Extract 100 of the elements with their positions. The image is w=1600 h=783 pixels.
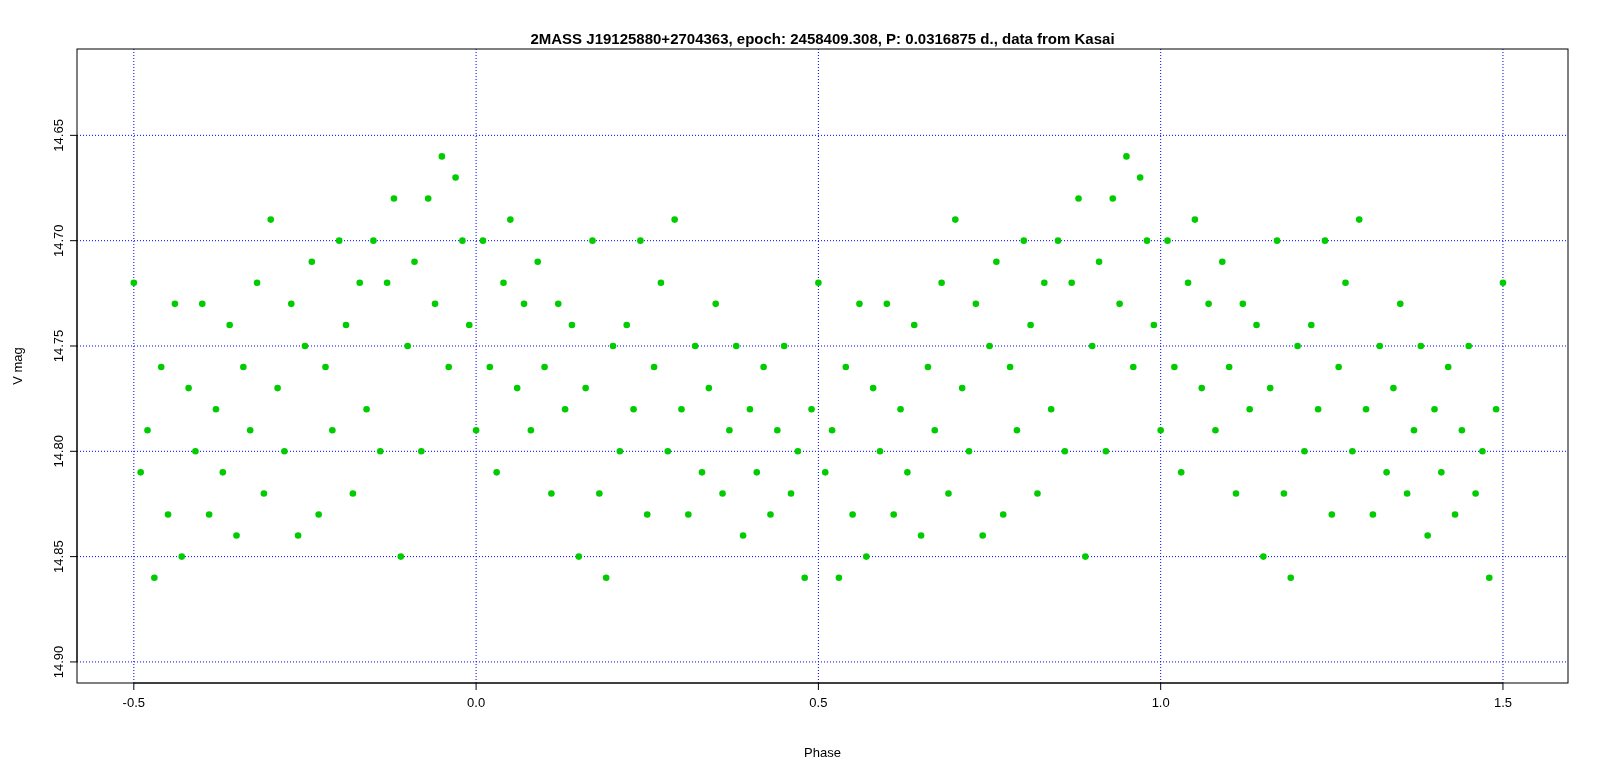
data-point — [479, 237, 487, 244]
data-point — [1047, 405, 1055, 413]
data-point — [253, 279, 261, 287]
data-point — [260, 490, 268, 497]
data-point — [780, 342, 788, 350]
data-point — [356, 279, 364, 287]
data-point — [1157, 426, 1164, 434]
data-point — [815, 279, 822, 287]
data-point — [1020, 237, 1028, 244]
data-point — [842, 363, 850, 371]
data-point — [1431, 405, 1438, 413]
data-point — [240, 363, 247, 371]
data-point — [212, 405, 220, 413]
data-point — [904, 469, 911, 476]
data-point — [199, 300, 206, 308]
data-point — [1123, 153, 1130, 160]
data-point — [513, 384, 521, 392]
data-point — [144, 426, 151, 434]
data-point — [486, 363, 494, 371]
data-point — [1164, 237, 1171, 244]
data-point — [438, 153, 446, 160]
data-point — [712, 300, 719, 308]
data-point — [1088, 342, 1096, 350]
data-point — [774, 426, 781, 434]
data-point — [171, 300, 179, 308]
data-point — [726, 426, 733, 434]
data-point — [1102, 448, 1110, 455]
data-point — [986, 342, 993, 350]
data-point — [329, 426, 336, 434]
data-point — [609, 342, 617, 350]
data-point — [965, 448, 973, 455]
data-point — [548, 490, 555, 497]
data-point — [1232, 490, 1240, 497]
data-point — [383, 279, 391, 287]
data-point — [945, 490, 952, 497]
data-point — [1424, 532, 1431, 539]
y-tick-label: 14.70 — [51, 224, 66, 257]
data-point — [931, 426, 939, 434]
data-point — [863, 553, 870, 560]
y-tick-label: 14.75 — [51, 329, 66, 363]
data-point — [287, 300, 295, 308]
data-point — [1006, 363, 1014, 371]
data-point — [1417, 342, 1425, 350]
data-point — [308, 258, 316, 266]
data-point — [1013, 426, 1021, 434]
y-tick-label: 14.85 — [51, 540, 66, 573]
data-point — [294, 532, 302, 539]
data-point — [575, 553, 583, 560]
data-point — [705, 384, 713, 392]
data-point — [233, 532, 240, 539]
data-point — [1383, 469, 1390, 476]
data-point — [411, 258, 418, 266]
data-point — [1219, 258, 1226, 266]
data-point — [596, 490, 603, 497]
y-tick-label: 14.80 — [51, 435, 66, 468]
data-point — [219, 469, 227, 476]
data-point — [1136, 174, 1144, 181]
data-point — [1287, 574, 1295, 581]
data-point — [1472, 490, 1479, 497]
data-point — [1054, 237, 1062, 244]
x-tick-label: -0.5 — [122, 695, 145, 710]
x-tick-label: 1.5 — [1493, 695, 1512, 710]
data-point — [1034, 490, 1041, 497]
data-point — [445, 363, 452, 371]
data-point — [869, 384, 877, 392]
data-point — [1273, 237, 1281, 244]
data-point — [500, 279, 507, 287]
data-point — [507, 216, 514, 223]
data-point — [589, 237, 596, 244]
chart-title: 2MASS J19125880+2704363, epoch: 2458409.308, P: 0.0316875 d., data from Kasai — [530, 30, 1115, 47]
data-point — [1198, 384, 1206, 392]
data-point — [1027, 321, 1034, 329]
data-point — [999, 511, 1007, 518]
data-point — [630, 405, 637, 413]
data-point — [917, 532, 925, 539]
data-point — [137, 469, 144, 476]
data-point — [1492, 405, 1500, 413]
data-point — [1438, 469, 1445, 476]
data-point — [972, 300, 980, 308]
data-point — [1369, 511, 1377, 518]
data-point — [1444, 363, 1452, 371]
data-point — [1308, 321, 1315, 329]
data-point — [527, 426, 535, 434]
data-point — [1171, 363, 1178, 371]
data-point — [1335, 363, 1342, 371]
data-point — [370, 237, 377, 244]
data-point — [1116, 300, 1123, 308]
data-point — [1314, 405, 1322, 413]
data-point — [1225, 363, 1233, 371]
data-point — [335, 237, 343, 244]
data-point — [671, 216, 678, 223]
data-point — [315, 511, 322, 518]
data-point — [274, 384, 281, 392]
data-point — [794, 448, 802, 455]
data-point — [1280, 490, 1288, 497]
data-point — [1485, 574, 1493, 581]
data-point — [1349, 448, 1356, 455]
data-point — [1068, 279, 1075, 287]
data-point — [1143, 237, 1151, 244]
data-point — [281, 448, 288, 455]
